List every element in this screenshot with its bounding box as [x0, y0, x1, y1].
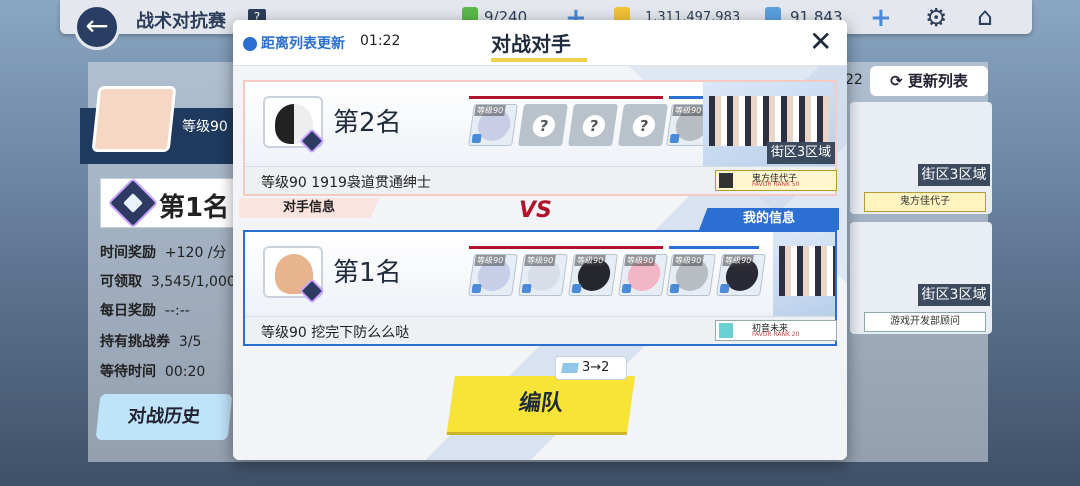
formation-button[interactable]: 编队 [447, 376, 635, 432]
gear-icon[interactable]: ⚙ [925, 3, 947, 32]
my-favor-tag: 初音未来 FAVOR RANK 20 [715, 320, 837, 341]
student-slot: 等级90 [468, 104, 518, 146]
back-arrow-icon: ← [85, 9, 109, 42]
opponent-district: 街区3区域 [767, 142, 835, 164]
player-rank-box: 第1名 [100, 177, 240, 229]
player-avatar [91, 86, 177, 152]
opponent-level-name: 等级90 1919袅道贯通绅士 [261, 175, 431, 191]
striker-bar [469, 246, 663, 249]
my-info-label: 我的信息 [699, 208, 839, 230]
question-icon: ? [631, 115, 657, 137]
unknown-slot: ? [568, 104, 618, 146]
vs-label: VS [519, 198, 552, 223]
opponent-banner: 街区3区域 [703, 82, 835, 166]
clock-icon [243, 37, 257, 51]
info-row: 时间奖励 +120 /分 [100, 245, 227, 261]
right-tag: 鬼方佳代子 [864, 192, 986, 212]
student-slot: 等级90 [666, 254, 716, 296]
right-number: 22 [845, 72, 863, 88]
my-rank: 第1名 [333, 258, 402, 288]
right-district: 街区3区域 [918, 284, 990, 306]
student-slot: 等级90 [518, 254, 568, 296]
character-icon [719, 173, 733, 188]
card-footer: 等级90 1919袅道贯通绅士 鬼方佳代子 FAVOR RANK 50 [245, 166, 837, 194]
unknown-slot: ? [518, 104, 568, 146]
character-icon [719, 323, 733, 338]
home-icon[interactable]: ⌂ [977, 2, 993, 31]
player-rank: 第1名 [159, 193, 230, 223]
refresh-icon: ⟳ [890, 72, 903, 90]
student-slot: 等级90 [716, 254, 766, 296]
rank-emblem-icon [107, 177, 159, 229]
opponent-rank: 第2名 [333, 108, 402, 138]
opponent-card[interactable]: 第2名 等级90 ? ? ? 等级90 街区3区域 等级90 1919袅道贯通绅… [243, 80, 837, 196]
modal-title: 对战对手 [491, 32, 571, 56]
opponent-modal: 距离列表更新 01:22 对战对手 ✕ 第2名 等级90 ? ? ? 等级90 … [233, 20, 847, 460]
timer-label: 距离列表更新 [261, 36, 345, 52]
close-icon[interactable]: ✕ [809, 28, 832, 56]
right-tag: 游戏开发部顾问 [864, 312, 986, 332]
modal-header: 距离列表更新 01:22 对战对手 ✕ [233, 20, 847, 66]
title-underline [491, 58, 587, 62]
right-district: 街区3区域 [918, 164, 990, 186]
battle-history-button[interactable]: 对战历史 [95, 394, 233, 440]
info-row: 每日奖励 --:-- [100, 303, 190, 319]
card-body: 第2名 等级90 ? ? ? 等级90 街区3区域 [245, 82, 835, 166]
info-row: 持有挑战券 3/5 [100, 334, 202, 350]
player-level: 等级90 [182, 119, 228, 135]
my-banner [773, 232, 835, 316]
opponent-info-label: 对手信息 [239, 198, 379, 218]
my-card: 第1名 等级90 等级90 等级90 等级90 等级90 等级90 等级90 挖… [243, 230, 837, 346]
card-body: 第1名 等级90 等级90 等级90 等级90 等级90 等级90 [245, 232, 835, 316]
gem-plus-button[interactable]: + [870, 3, 892, 33]
question-icon: ? [581, 115, 607, 137]
timer-value: 01:22 [360, 33, 401, 49]
student-slot: 等级90 [568, 254, 618, 296]
striker-bar [469, 96, 663, 99]
student-slot: 等级90 [468, 254, 518, 296]
unknown-slot: ? [618, 104, 668, 146]
info-row: 等待时间 00:20 [100, 364, 206, 380]
special-bar [669, 246, 759, 249]
refresh-list-button[interactable]: ⟳ 更新列表 [870, 66, 988, 96]
back-button[interactable]: ← [74, 4, 120, 50]
student-slot: 等级90 [618, 254, 668, 296]
card-footer: 等级90 挖完下防么么哒 初音未来 FAVOR RANK 20 [245, 316, 837, 344]
question-icon: ? [531, 115, 557, 137]
info-row: 可领取 3,545/1,000 [100, 274, 236, 290]
opponent-favor-tag: 鬼方佳代子 FAVOR RANK 50 [715, 170, 837, 191]
page-title: 战术对抗赛 [136, 11, 226, 32]
my-level-name: 等级90 挖完下防么么哒 [261, 325, 410, 341]
ticket-cost: 3→2 [555, 356, 627, 380]
ticket-icon [561, 363, 579, 373]
